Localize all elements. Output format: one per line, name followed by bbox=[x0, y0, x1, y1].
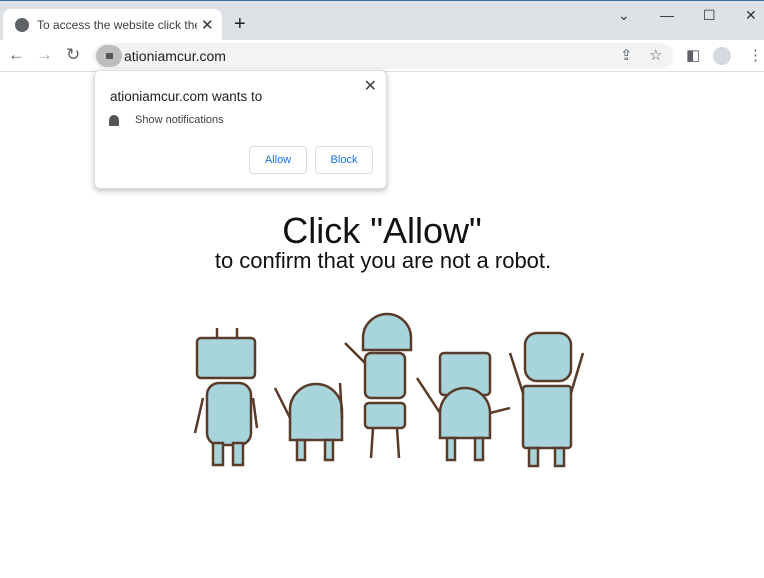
profile-avatar[interactable] bbox=[713, 47, 731, 65]
robot-2 bbox=[273, 382, 344, 462]
page-subheading: to confirm that you are not a robot. bbox=[214, 248, 552, 273]
robot-1 bbox=[193, 328, 259, 467]
permission-label: Show notifications bbox=[135, 114, 224, 126]
tab-strip: To access the website click the "Allow" … bbox=[0, 0, 764, 41]
star-icon[interactable]: ☆ bbox=[649, 46, 662, 64]
block-button[interactable]: Block bbox=[315, 146, 373, 174]
close-window-button[interactable]: ✕ bbox=[745, 7, 757, 24]
tab-active[interactable]: To access the website click the "Allow" … bbox=[3, 9, 222, 41]
toolbar: ← → ↻ ationiamcur.com ⇪ ☆ ◧ ⋮ bbox=[0, 40, 764, 72]
new-tab-button[interactable]: + bbox=[234, 13, 246, 36]
url-text: ationiamcur.com bbox=[124, 48, 226, 64]
bell-icon bbox=[109, 114, 119, 126]
side-panel-icon[interactable]: ◧ bbox=[686, 46, 700, 64]
menu-icon[interactable]: ⋮ bbox=[748, 46, 763, 64]
page-heading: Click "Allow" bbox=[282, 210, 482, 251]
robots-illustration bbox=[193, 312, 585, 468]
permission-row: Show notifications bbox=[109, 114, 224, 126]
allow-button[interactable]: Allow bbox=[249, 146, 307, 174]
popup-title: ationiamcur.com wants to bbox=[110, 89, 263, 104]
robot-5 bbox=[508, 331, 585, 468]
robot-4 bbox=[415, 351, 511, 462]
address-bar[interactable]: ationiamcur.com bbox=[93, 43, 673, 69]
lock-icon[interactable] bbox=[96, 45, 122, 67]
tab-title: To access the website click the "Allow" bbox=[37, 18, 197, 32]
share-icon[interactable]: ⇪ bbox=[620, 46, 633, 64]
maximize-button[interactable]: ☐ bbox=[703, 7, 716, 24]
tab-close-icon[interactable]: ✕ bbox=[201, 16, 214, 34]
tab-search-icon[interactable]: ⌄ bbox=[618, 7, 630, 24]
back-button[interactable]: ← bbox=[8, 45, 25, 65]
robot-3 bbox=[344, 312, 413, 459]
minimize-button[interactable]: — bbox=[660, 7, 674, 23]
notification-permission-popup: ationiamcur.com wants to ✕ Show notifica… bbox=[94, 70, 387, 189]
close-icon[interactable]: ✕ bbox=[364, 76, 377, 96]
forward-button[interactable]: → bbox=[36, 45, 53, 65]
globe-icon bbox=[15, 18, 29, 32]
reload-button[interactable]: ↻ bbox=[66, 45, 80, 65]
